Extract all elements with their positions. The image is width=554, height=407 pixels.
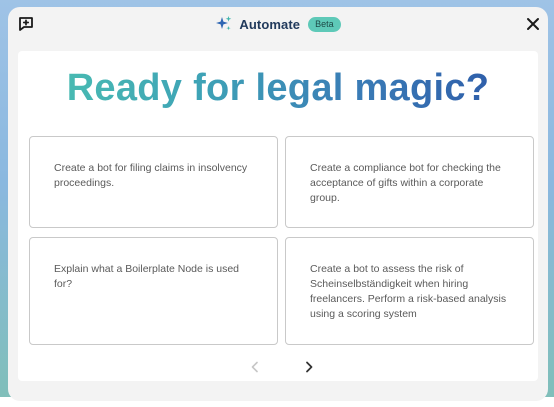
suggestion-text: Create a compliance bot for checking the…: [310, 162, 501, 204]
close-button[interactable]: [524, 15, 542, 33]
beta-badge: Beta: [308, 16, 341, 32]
suggestions-panel: Ready for legal magic? Create a bot for …: [18, 51, 538, 381]
page-title: Ready for legal magic?: [18, 65, 538, 111]
automate-window: Automate Beta Ready for legal magic? Cre…: [8, 7, 548, 401]
sparkle-icon: [215, 15, 233, 33]
suggestion-card-boilerplate-node[interactable]: Explain what a Boilerplate Node is used …: [29, 237, 278, 345]
chevron-left-icon: [251, 361, 258, 373]
suggestion-card-compliance-gifts[interactable]: Create a compliance bot for checking the…: [285, 136, 534, 228]
suggestion-text: Explain what a Boilerplate Node is used …: [54, 263, 240, 290]
header-title: Automate: [239, 16, 301, 32]
suggestion-text: Create a bot to assess the risk of Schei…: [310, 263, 507, 320]
chevron-right-icon: [306, 361, 313, 373]
header-title-group: Automate Beta: [8, 15, 548, 33]
previous-page-button[interactable]: [247, 359, 263, 375]
close-icon: [527, 18, 539, 30]
next-page-button[interactable]: [301, 359, 317, 375]
window-header: Automate Beta: [8, 7, 548, 43]
suggestion-card-filing-claims[interactable]: Create a bot for filing claims in insolv…: [29, 136, 278, 228]
suggestion-pager: [18, 359, 538, 375]
suggestion-text: Create a bot for filing claims in insolv…: [54, 162, 248, 189]
suggestion-card-scheinselbstaendigkeit[interactable]: Create a bot to assess the risk of Schei…: [285, 237, 534, 345]
